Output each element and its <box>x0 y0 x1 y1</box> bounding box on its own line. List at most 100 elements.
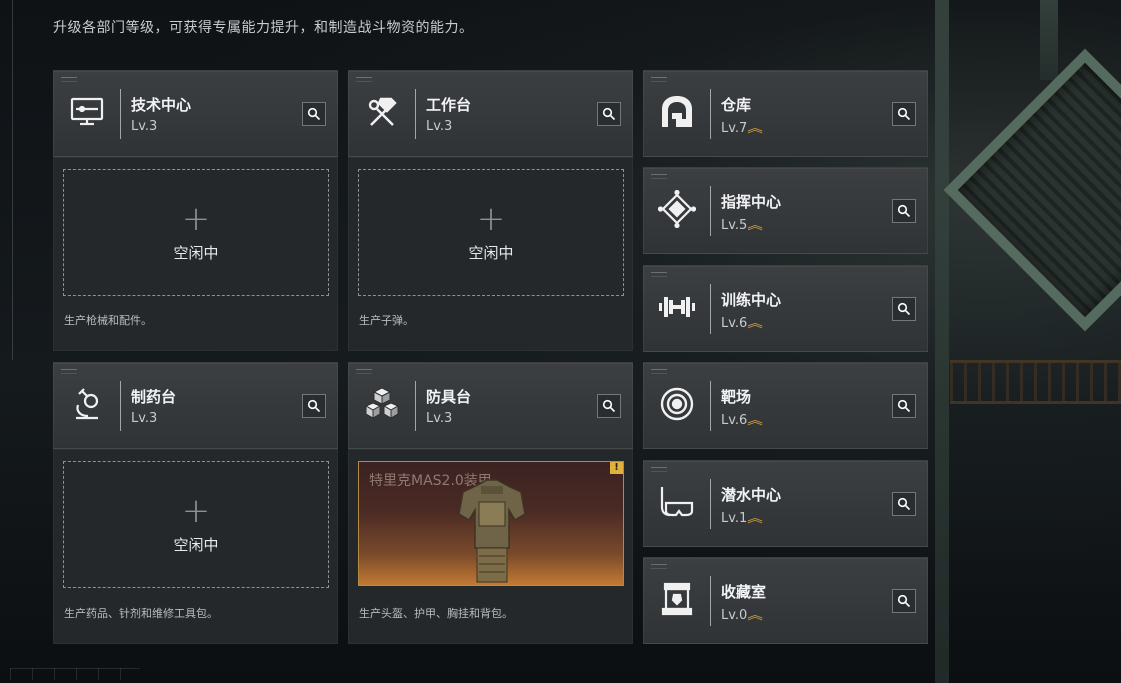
department-name: 收藏室 <box>721 583 767 601</box>
bottom-frame-ticks <box>10 668 140 680</box>
department-level: Lv.3 <box>131 119 158 134</box>
department-level: Lv.6︽ <box>721 413 764 428</box>
department-card-warehouse[interactable]: 仓库 Lv.7︽ <box>643 70 928 157</box>
card-separator <box>710 186 711 236</box>
search-icon <box>897 204 911 218</box>
department-card-pharmacy[interactable]: 制药台 Lv.3 <box>53 362 338 449</box>
idle-status: 空闲中 <box>468 244 514 262</box>
search-icon <box>602 399 616 413</box>
card-separator <box>710 89 711 139</box>
department-name: 防具台 <box>426 388 472 406</box>
page-subtitle: 升级各部门等级，可获得专属能力提升，和制造战斗物资的能力。 <box>53 20 474 36</box>
hammer-wrench-icon <box>361 91 403 133</box>
production-panel-pharmacy: + 空闲中 生产药品、针剂和维修工具包。 <box>53 449 338 644</box>
add-production-slot[interactable]: + 空闲中 <box>358 169 624 296</box>
search-button[interactable] <box>892 199 916 223</box>
computer-icon <box>66 91 108 133</box>
search-button[interactable] <box>892 394 916 418</box>
upgrade-available-icon: ︽ <box>747 608 764 622</box>
search-button[interactable] <box>597 394 621 418</box>
card-corner-mark <box>651 467 667 472</box>
search-button[interactable] <box>892 102 916 126</box>
card-corner-mark <box>651 564 667 569</box>
search-button[interactable] <box>597 102 621 126</box>
department-name: 潜水中心 <box>721 486 782 504</box>
card-corner-mark <box>651 369 667 374</box>
card-separator <box>710 576 711 626</box>
background-strut <box>935 0 949 683</box>
department-level: Lv.3 <box>426 411 453 426</box>
idle-status: 空闲中 <box>173 244 219 262</box>
production-panel-workbench: + 空闲中 生产子弹。 <box>348 157 633 351</box>
upgrade-available-icon: ︽ <box>747 316 764 330</box>
card-separator <box>120 381 121 431</box>
department-name: 工作台 <box>426 96 472 114</box>
search-icon <box>602 107 616 121</box>
search-icon <box>307 399 321 413</box>
card-separator <box>710 381 711 431</box>
plus-icon: + <box>476 199 506 239</box>
add-production-slot[interactable]: + 空闲中 <box>63 169 329 296</box>
command-diamond-icon <box>656 188 698 230</box>
target-icon <box>656 383 698 425</box>
armor-blocks-icon <box>361 383 403 425</box>
card-separator <box>415 89 416 139</box>
department-name: 制药台 <box>131 388 177 406</box>
card-corner-mark <box>651 77 667 82</box>
armor-vest-image <box>458 479 526 583</box>
search-button[interactable] <box>892 492 916 516</box>
production-description: 生产药品、针剂和维修工具包。 <box>64 607 218 620</box>
background-strut <box>1040 0 1058 80</box>
department-card-shooting-range[interactable]: 靶场 Lv.6︽ <box>643 362 928 449</box>
department-name: 仓库 <box>721 96 752 114</box>
department-card-training-center[interactable]: 训练中心 Lv.6︽ <box>643 265 928 352</box>
plus-icon: + <box>181 199 211 239</box>
search-button[interactable] <box>892 297 916 321</box>
upgrade-available-icon: ︽ <box>747 413 764 427</box>
dumbbell-icon <box>656 286 698 328</box>
production-description: 生产头盔、护甲、胸挂和背包。 <box>359 607 513 620</box>
department-level: Lv.6︽ <box>721 316 764 331</box>
card-corner-mark <box>356 77 372 82</box>
search-button[interactable] <box>302 102 326 126</box>
card-corner-mark <box>356 369 372 374</box>
department-level: Lv.1︽ <box>721 511 764 526</box>
search-icon <box>307 107 321 121</box>
plus-icon: + <box>181 491 211 531</box>
search-icon <box>897 594 911 608</box>
diving-mask-icon <box>656 481 698 523</box>
production-panel-armor-bench: 特里克MAS2.0装甲 ! 生产头盔、护甲、胸挂和背包。 <box>348 449 633 644</box>
department-card-tech-center[interactable]: 技术中心 Lv.3 <box>53 70 338 157</box>
department-level: Lv.7︽ <box>721 121 764 136</box>
department-level: Lv.0︽ <box>721 608 764 623</box>
card-corner-mark <box>651 272 667 277</box>
idle-status: 空闲中 <box>173 536 219 554</box>
department-card-workbench[interactable]: 工作台 Lv.3 <box>348 70 633 157</box>
department-name: 指挥中心 <box>721 193 782 211</box>
add-production-slot[interactable]: + 空闲中 <box>63 461 329 588</box>
display-case-icon <box>656 578 698 620</box>
upgrade-available-icon: ︽ <box>747 511 764 525</box>
search-icon <box>897 107 911 121</box>
search-icon <box>897 497 911 511</box>
search-button[interactable] <box>302 394 326 418</box>
search-icon <box>897 302 911 316</box>
search-button[interactable] <box>892 589 916 613</box>
department-card-command-center[interactable]: 指挥中心 Lv.5︽ <box>643 167 928 254</box>
production-panel-tech-center: + 空闲中 生产枪械和配件。 <box>53 157 338 351</box>
card-separator <box>710 479 711 529</box>
microscope-icon <box>66 383 108 425</box>
production-description: 生产枪械和配件。 <box>64 314 152 327</box>
card-separator <box>415 381 416 431</box>
department-name: 训练中心 <box>721 291 782 309</box>
frame-line <box>12 0 13 360</box>
background-railing <box>950 360 1121 404</box>
production-item-slot[interactable]: 特里克MAS2.0装甲 ! <box>358 461 624 586</box>
department-card-diving-center[interactable]: 潜水中心 Lv.1︽ <box>643 460 928 547</box>
department-name: 靶场 <box>721 388 752 406</box>
department-card-armor-bench[interactable]: 防具台 Lv.3 <box>348 362 633 449</box>
warehouse-icon <box>656 91 698 133</box>
upgrade-available-icon: ︽ <box>747 121 764 135</box>
card-separator <box>710 284 711 334</box>
department-card-collection-room[interactable]: 收藏室 Lv.0︽ <box>643 557 928 644</box>
